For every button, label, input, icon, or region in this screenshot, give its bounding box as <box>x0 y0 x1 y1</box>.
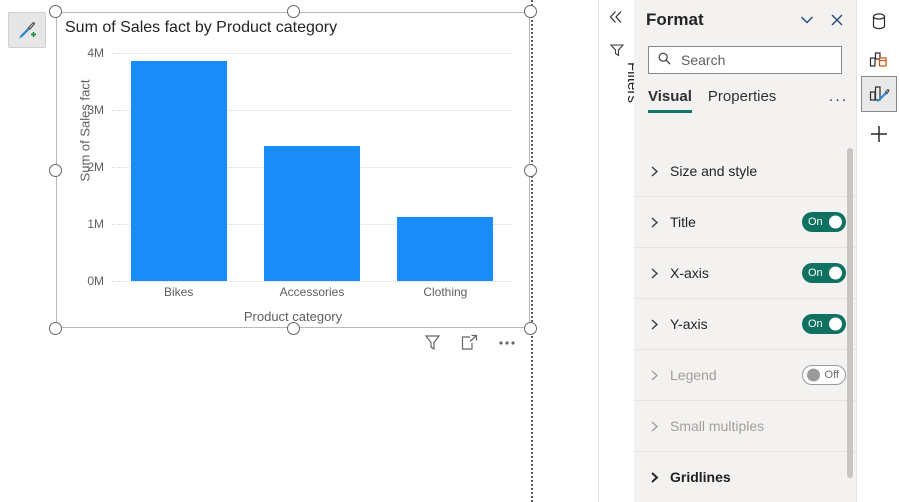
toggle-knob <box>829 216 842 229</box>
build-visual-icon[interactable] <box>861 42 897 78</box>
toggle-state-label: On <box>808 217 823 228</box>
format-painter-button[interactable] <box>8 12 46 48</box>
format-section-label: Small multiples <box>670 418 764 434</box>
toggle-knob <box>807 369 820 382</box>
close-icon[interactable] <box>828 11 846 29</box>
chevron-right-icon <box>648 266 661 281</box>
chevron-right-icon <box>648 419 661 434</box>
selection-handle-top-right[interactable] <box>524 5 537 18</box>
search-icon <box>657 51 672 69</box>
format-section-size-and-style[interactable]: Size and style <box>634 146 856 197</box>
format-pane-tabs-more[interactable]: ··· <box>829 91 849 113</box>
format-pane-sections: Size and style Title On X-axis On Y-axis On Leg… <box>634 146 856 502</box>
format-pane: Format <box>634 0 856 502</box>
selection-handle-top-left[interactable] <box>49 5 62 18</box>
selection-handle-middle-right[interactable] <box>524 164 537 177</box>
x-axis-tick-label: Clothing <box>423 285 467 299</box>
format-section-gridlines[interactable]: Gridlines <box>634 452 856 502</box>
chart-plot-area: 0M1M2M3M4M BikesAccessoriesClothing <box>112 53 512 281</box>
filter-funnel-icon <box>609 42 625 58</box>
format-pane-tabs: Visual Properties ··· <box>648 88 848 113</box>
tab-properties[interactable]: Properties <box>708 88 776 113</box>
format-section-legend[interactable]: Legend Off <box>634 350 856 401</box>
format-section-label: Title <box>670 214 696 230</box>
page-boundary <box>531 0 533 502</box>
chevron-right-icon <box>648 470 661 485</box>
y-axis-title: Sum of Sales fact <box>78 61 93 201</box>
add-visual-icon[interactable] <box>861 116 897 152</box>
y-axis-tick-label: 2M <box>87 160 104 174</box>
data-pane-icon[interactable] <box>861 4 897 40</box>
toggle-state-label: Off <box>825 370 839 381</box>
selection-handle-bottom-center[interactable] <box>287 322 300 335</box>
chart-bar[interactable] <box>397 217 493 281</box>
toggle-state-label: On <box>808 319 823 330</box>
format-visual-icon[interactable] <box>861 76 897 112</box>
y-axis-tick-label: 4M <box>87 46 104 60</box>
funnel-icon[interactable] <box>423 333 442 352</box>
toggle-state-label: On <box>808 268 823 279</box>
report-canvas[interactable]: Sum of Sales fact by Product category Su… <box>0 0 598 502</box>
format-pane-scrollbar[interactable] <box>847 148 853 478</box>
selection-handle-top-center[interactable] <box>287 5 300 18</box>
selection-handle-bottom-left[interactable] <box>49 322 62 335</box>
selection-handle-middle-left[interactable] <box>49 164 62 177</box>
format-section-label: X-axis <box>670 265 709 281</box>
format-section-x-axis[interactable]: X-axis On <box>634 248 856 299</box>
y-axis-tick-label: 3M <box>87 103 104 117</box>
chart-bar[interactable] <box>264 146 360 281</box>
power-bi-report-editor: Sum of Sales fact by Product category Su… <box>0 0 900 502</box>
format-section-label: Y-axis <box>670 316 708 332</box>
search-box[interactable] <box>648 46 842 74</box>
chart-title: Sum of Sales fact by Product category <box>65 19 337 37</box>
x-axis-tick-label: Accessories <box>280 285 345 299</box>
visual-footer-toolbar <box>423 333 517 352</box>
format-section-label: Legend <box>670 367 717 383</box>
format-section-label: Size and style <box>670 163 757 179</box>
format-section-title[interactable]: Title On <box>634 197 856 248</box>
toggle-x-axis[interactable]: On <box>802 263 846 283</box>
y-axis-tick-label: 1M <box>87 217 104 231</box>
bar-chart-visual[interactable]: Sum of Sales fact by Product category Su… <box>56 12 530 328</box>
chevron-down-icon[interactable] <box>798 11 816 29</box>
format-pane-title: Format <box>646 10 704 30</box>
chevron-right-icon <box>648 317 661 332</box>
filters-pane-collapsed[interactable]: Filters <box>598 0 636 502</box>
toggle-y-axis[interactable]: On <box>802 314 846 334</box>
chevron-right-icon <box>648 215 661 230</box>
toggle-knob <box>829 267 842 280</box>
format-section-y-axis[interactable]: Y-axis On <box>634 299 856 350</box>
toggle-knob <box>829 318 842 331</box>
gridline <box>112 281 512 282</box>
format-section-small-multiples[interactable]: Small multiples <box>634 401 856 452</box>
chevron-right-icon <box>648 164 661 179</box>
chart-bar[interactable] <box>131 61 227 281</box>
toggle-legend[interactable]: Off <box>802 365 846 385</box>
search-input[interactable] <box>679 51 833 69</box>
y-axis-tick-label: 0M <box>87 274 104 288</box>
x-axis-tick-label: Bikes <box>164 285 193 299</box>
tab-visual[interactable]: Visual <box>648 88 692 113</box>
selection-handle-bottom-right[interactable] <box>524 322 537 335</box>
gridline <box>112 53 512 54</box>
paintbrush-plus-icon <box>16 19 38 41</box>
more-options-icon[interactable] <box>497 333 517 352</box>
focus-mode-icon[interactable] <box>460 333 479 352</box>
chevron-right-icon <box>648 368 661 383</box>
toggle-title[interactable]: On <box>802 212 846 232</box>
format-section-label: Gridlines <box>670 469 731 485</box>
visualizations-icon-rail <box>856 0 900 502</box>
format-pane-header: Format <box>634 0 856 40</box>
canvas-outer-area <box>534 0 598 502</box>
double-chevron-left-icon[interactable] <box>607 8 625 26</box>
format-pane-header-actions <box>798 11 846 29</box>
